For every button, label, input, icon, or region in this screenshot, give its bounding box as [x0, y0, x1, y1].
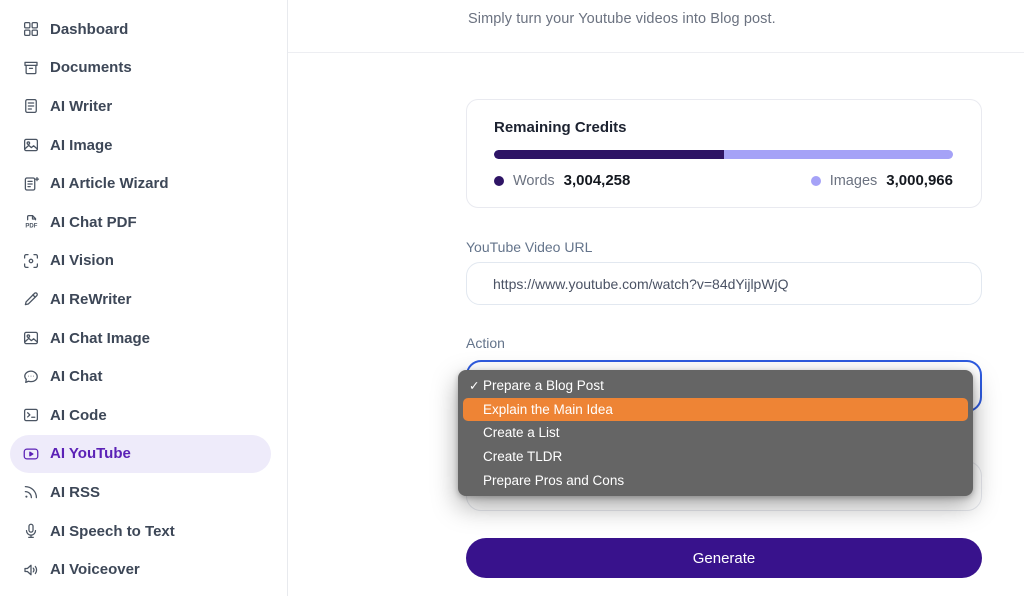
sidebar-item-label: AI Vision — [50, 252, 114, 269]
chat-icon — [22, 368, 40, 386]
credits-legend: Words 3,004,258 Images 3,000,966 — [494, 172, 953, 189]
vision-icon — [22, 252, 40, 270]
dropdown-option-prepare-pros-and-cons[interactable]: ✓ Prepare Pros and Cons — [463, 468, 968, 492]
sidebar-item-ai-chat-pdf[interactable]: PDF AI Chat PDF — [10, 203, 271, 242]
svg-text:PDF: PDF — [25, 224, 37, 230]
credits-progress-words — [494, 150, 724, 159]
words-value: 3,004,258 — [564, 172, 631, 189]
action-dropdown-menu: ✓ Prepare a Blog Post ✓ Explain the Main… — [458, 370, 973, 496]
dropdown-option-create-tldr[interactable]: ✓ Create TLDR — [463, 445, 968, 469]
sidebar-item-label: Dashboard — [50, 21, 128, 38]
sidebar-item-ai-speech-to-text[interactable]: AI Speech to Text — [10, 512, 271, 551]
sidebar-item-label: AI Image — [50, 137, 113, 154]
main-content: Simply turn your Youtube videos into Blo… — [288, 0, 1024, 596]
sidebar-item-ai-chat-image[interactable]: AI Chat Image — [10, 319, 271, 358]
credits-title: Remaining Credits — [494, 119, 953, 136]
sidebar-item-dashboard[interactable]: Dashboard — [10, 10, 271, 49]
remaining-credits-card: Remaining Credits Words 3,004,258 Images… — [466, 99, 982, 208]
sidebar-item-label: AI Writer — [50, 98, 112, 115]
page-subtitle: Simply turn your Youtube videos into Blo… — [468, 11, 776, 27]
sidebar-item-ai-rss[interactable]: AI RSS — [10, 473, 271, 512]
sidebar: Dashboard Documents AI Writer AI Image A… — [0, 0, 288, 596]
dropdown-option-label: Prepare a Blog Post — [483, 378, 604, 393]
sidebar-item-ai-chat[interactable]: AI Chat — [10, 357, 271, 396]
checkmark-icon: ✓ — [469, 378, 483, 393]
speech-to-text-icon — [22, 522, 40, 540]
dashboard-icon — [22, 20, 40, 38]
words-dot-icon — [494, 176, 504, 186]
sidebar-item-label: AI Speech to Text — [50, 523, 175, 540]
rss-icon — [22, 483, 40, 501]
app: Dashboard Documents AI Writer AI Image A… — [0, 0, 1024, 596]
sidebar-item-label: AI Code — [50, 407, 107, 424]
generate-button[interactable]: Generate — [466, 538, 982, 578]
sidebar-item-documents[interactable]: Documents — [10, 49, 271, 88]
dropdown-option-prepare-a-blog-post[interactable]: ✓ Prepare a Blog Post — [463, 374, 968, 398]
images-legend: Images 3,000,966 — [811, 172, 953, 189]
sidebar-item-label: AI ReWriter — [50, 291, 131, 308]
sidebar-item-label: AI Chat PDF — [50, 214, 137, 231]
voiceover-icon — [22, 561, 40, 579]
words-legend: Words 3,004,258 — [494, 172, 630, 189]
dropdown-option-create-a-list[interactable]: ✓ Create a List — [463, 421, 968, 445]
article-wizard-icon — [22, 175, 40, 193]
sidebar-item-label: AI RSS — [50, 484, 100, 501]
sidebar-item-ai-vision[interactable]: AI Vision — [10, 242, 271, 281]
sidebar-item-label: AI Article Wizard — [50, 175, 169, 192]
topbar: Simply turn your Youtube videos into Blo… — [288, 0, 1024, 53]
dropdown-option-label: Prepare Pros and Cons — [483, 473, 624, 488]
writer-icon — [22, 97, 40, 115]
youtube-icon — [22, 445, 40, 463]
dropdown-option-label: Create TLDR — [483, 449, 562, 464]
sidebar-item-ai-rewriter[interactable]: AI ReWriter — [10, 280, 271, 319]
sidebar-item-ai-image[interactable]: AI Image — [10, 126, 271, 165]
sidebar-item-label: AI YouTube — [50, 445, 131, 462]
images-value: 3,000,966 — [886, 172, 953, 189]
sidebar-item-label: Documents — [50, 59, 132, 76]
sidebar-item-label: AI Voiceover — [50, 561, 140, 578]
youtube-url-input[interactable] — [466, 262, 982, 305]
sidebar-item-ai-writer[interactable]: AI Writer — [10, 87, 271, 126]
code-icon — [22, 406, 40, 424]
sidebar-nav: Dashboard Documents AI Writer AI Image A… — [0, 10, 287, 589]
dropdown-option-label: Explain the Main Idea — [483, 402, 613, 417]
dropdown-option-explain-the-main-idea[interactable]: ✓ Explain the Main Idea — [463, 398, 968, 422]
credits-progress-bar — [494, 150, 953, 159]
chat-pdf-icon: PDF — [22, 213, 40, 231]
sidebar-item-ai-code[interactable]: AI Code — [10, 396, 271, 435]
dropdown-option-label: Create a List — [483, 425, 560, 440]
sidebar-item-label: AI Chat Image — [50, 330, 150, 347]
image-icon — [22, 136, 40, 154]
sidebar-item-label: AI Chat — [50, 368, 103, 385]
sidebar-item-ai-article-wizard[interactable]: AI Article Wizard — [10, 164, 271, 203]
sidebar-item-ai-youtube[interactable]: AI YouTube — [10, 435, 271, 474]
action-field-label: Action — [466, 335, 505, 351]
documents-icon — [22, 59, 40, 77]
images-label: Images — [830, 173, 878, 189]
chat-image-icon — [22, 329, 40, 347]
sidebar-item-ai-voiceover[interactable]: AI Voiceover — [10, 550, 271, 589]
rewriter-icon — [22, 290, 40, 308]
words-label: Words — [513, 173, 555, 189]
url-field-label: YouTube Video URL — [466, 239, 592, 255]
images-dot-icon — [811, 176, 821, 186]
